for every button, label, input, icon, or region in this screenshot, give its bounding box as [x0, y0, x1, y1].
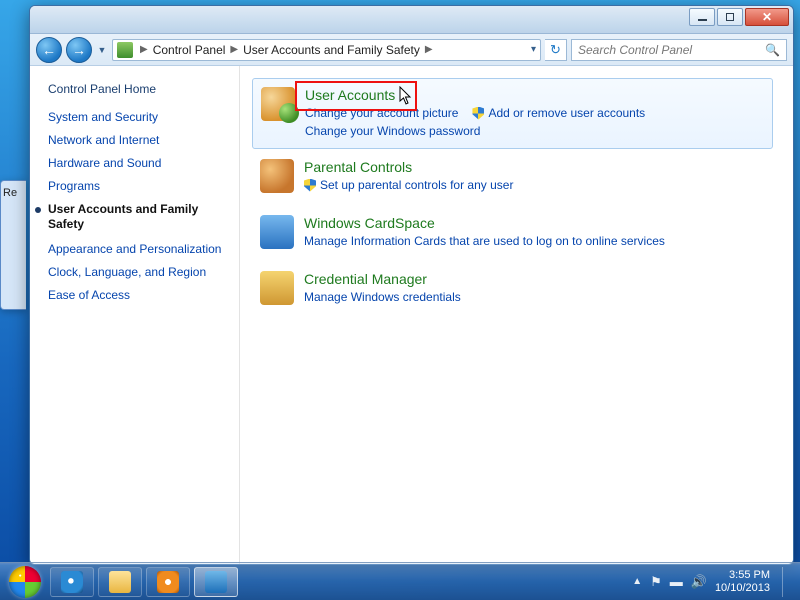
close-button[interactable]: ✕	[745, 8, 789, 26]
link-change-windows-password[interactable]: Change your Windows password	[305, 124, 480, 138]
breadcrumb-sep-icon: ▶	[227, 44, 241, 55]
flag-icon[interactable]: ⚑	[650, 574, 662, 590]
sidebar-item-programs[interactable]: Programs	[48, 179, 227, 193]
category-title-windows-cardspace[interactable]: Windows CardSpace	[304, 215, 435, 231]
category-user-accounts: User Accounts Change your account pictur…	[252, 78, 773, 149]
category-title-parental-controls[interactable]: Parental Controls	[304, 159, 412, 175]
sidebar-home[interactable]: Control Panel Home	[48, 82, 227, 96]
breadcrumb[interactable]: ▶ Control Panel ▶ User Accounts and Fami…	[112, 39, 541, 61]
address-bar: ← → ▼ ▶ Control Panel ▶ User Accounts an…	[30, 34, 793, 66]
window-body: Control Panel Home System and Security N…	[30, 66, 793, 564]
minimize-button[interactable]	[689, 8, 715, 26]
search-icon: 🔍	[765, 43, 780, 57]
shield-icon	[304, 179, 316, 192]
link-setup-parental-controls[interactable]: Set up parental controls for any user	[304, 178, 513, 192]
taskbar-item-control-panel[interactable]	[194, 567, 238, 597]
search-input[interactable]: Search Control Panel 🔍	[571, 39, 787, 61]
background-window-text: Re	[3, 187, 17, 199]
network-icon[interactable]: ▬	[670, 574, 683, 589]
parental-controls-icon	[260, 159, 294, 193]
shield-icon	[472, 107, 484, 120]
internet-explorer-icon	[61, 571, 83, 593]
taskbar-item-ie[interactable]	[50, 567, 94, 597]
category-title-credential-manager[interactable]: Credential Manager	[304, 271, 427, 287]
category-parental-controls: Parental Controls Set up parental contro…	[252, 149, 773, 205]
nav-back-button[interactable]: ←	[36, 37, 62, 63]
category-credential-manager: Credential Manager Manage Windows creden…	[252, 261, 773, 317]
link-manage-information-cards[interactable]: Manage Information Cards that are used t…	[304, 234, 665, 248]
window-titlebar: ✕	[30, 6, 793, 34]
system-tray: ▲ ⚑ ▬ 🔊 3:55 PM 10/10/2013	[632, 567, 792, 597]
nav-history-dropdown[interactable]: ▼	[96, 45, 108, 55]
maximize-icon	[726, 13, 734, 21]
breadcrumb-sep-icon: ▶	[137, 44, 151, 55]
sidebar-item-clock-language-region[interactable]: Clock, Language, and Region	[48, 265, 227, 279]
link-add-remove-user-accounts[interactable]: Add or remove user accounts	[472, 106, 645, 120]
arrow-right-icon: →	[72, 42, 86, 58]
file-explorer-icon	[109, 571, 131, 593]
sidebar-item-appearance-personalization[interactable]: Appearance and Personalization	[48, 242, 227, 256]
control-panel-icon	[117, 42, 133, 58]
arrow-left-icon: ←	[42, 42, 56, 58]
link-change-account-picture[interactable]: Change your account picture	[305, 106, 458, 120]
taskbar-item-explorer[interactable]	[98, 567, 142, 597]
breadcrumb-level-1[interactable]: Control Panel	[153, 43, 226, 57]
breadcrumb-dropdown[interactable]: ▾	[531, 44, 536, 55]
link-label: Add or remove user accounts	[488, 106, 645, 120]
cardspace-icon	[260, 215, 294, 249]
minimize-icon	[698, 19, 707, 21]
link-manage-windows-credentials[interactable]: Manage Windows credentials	[304, 290, 461, 304]
link-label: Manage Information Cards that are used t…	[304, 234, 665, 248]
link-label: Manage Windows credentials	[304, 290, 461, 304]
sidebar-item-hardware-sound[interactable]: Hardware and Sound	[48, 156, 227, 170]
taskbar: ▲ ⚑ ▬ 🔊 3:55 PM 10/10/2013	[0, 562, 800, 600]
volume-icon[interactable]: 🔊	[691, 574, 707, 590]
refresh-icon: ↻	[550, 42, 561, 58]
refresh-button[interactable]: ↻	[545, 39, 567, 61]
sidebar: Control Panel Home System and Security N…	[30, 66, 240, 564]
content-pane: User Accounts Change your account pictur…	[240, 66, 793, 564]
background-window-edge: Re	[0, 180, 26, 310]
sidebar-item-user-accounts-family-safety[interactable]: User Accounts and Family Safety	[48, 202, 227, 232]
start-button[interactable]	[4, 565, 46, 599]
sidebar-item-network-internet[interactable]: Network and Internet	[48, 133, 227, 147]
credential-manager-icon	[260, 271, 294, 305]
close-icon: ✕	[762, 10, 772, 24]
link-label: Change your Windows password	[305, 124, 480, 138]
sidebar-item-system-security[interactable]: System and Security	[48, 110, 227, 124]
tray-date: 10/10/2013	[715, 582, 770, 595]
windows-logo-icon	[9, 566, 41, 598]
tray-clock[interactable]: 3:55 PM 10/10/2013	[715, 569, 770, 594]
breadcrumb-sep-icon: ▶	[422, 44, 436, 55]
link-label: Set up parental controls for any user	[320, 178, 513, 192]
category-title-user-accounts[interactable]: User Accounts	[305, 87, 395, 103]
category-windows-cardspace: Windows CardSpace Manage Information Car…	[252, 205, 773, 261]
maximize-button[interactable]	[717, 8, 743, 26]
sidebar-item-ease-of-access[interactable]: Ease of Access	[48, 288, 227, 302]
search-placeholder: Search Control Panel	[578, 43, 692, 57]
media-player-icon	[157, 571, 179, 593]
control-panel-window: ✕ ← → ▼ ▶ Control Panel ▶ User Accounts …	[29, 5, 794, 565]
link-label: Change your account picture	[305, 106, 458, 120]
tray-show-hidden-icons[interactable]: ▲	[632, 576, 642, 587]
breadcrumb-level-2[interactable]: User Accounts and Family Safety	[243, 43, 420, 57]
control-panel-taskbar-icon	[205, 571, 227, 593]
taskbar-item-media-player[interactable]	[146, 567, 190, 597]
nav-forward-button[interactable]: →	[66, 37, 92, 63]
user-accounts-icon	[261, 87, 295, 121]
show-desktop-button[interactable]	[782, 567, 792, 597]
tray-time: 3:55 PM	[715, 569, 770, 582]
